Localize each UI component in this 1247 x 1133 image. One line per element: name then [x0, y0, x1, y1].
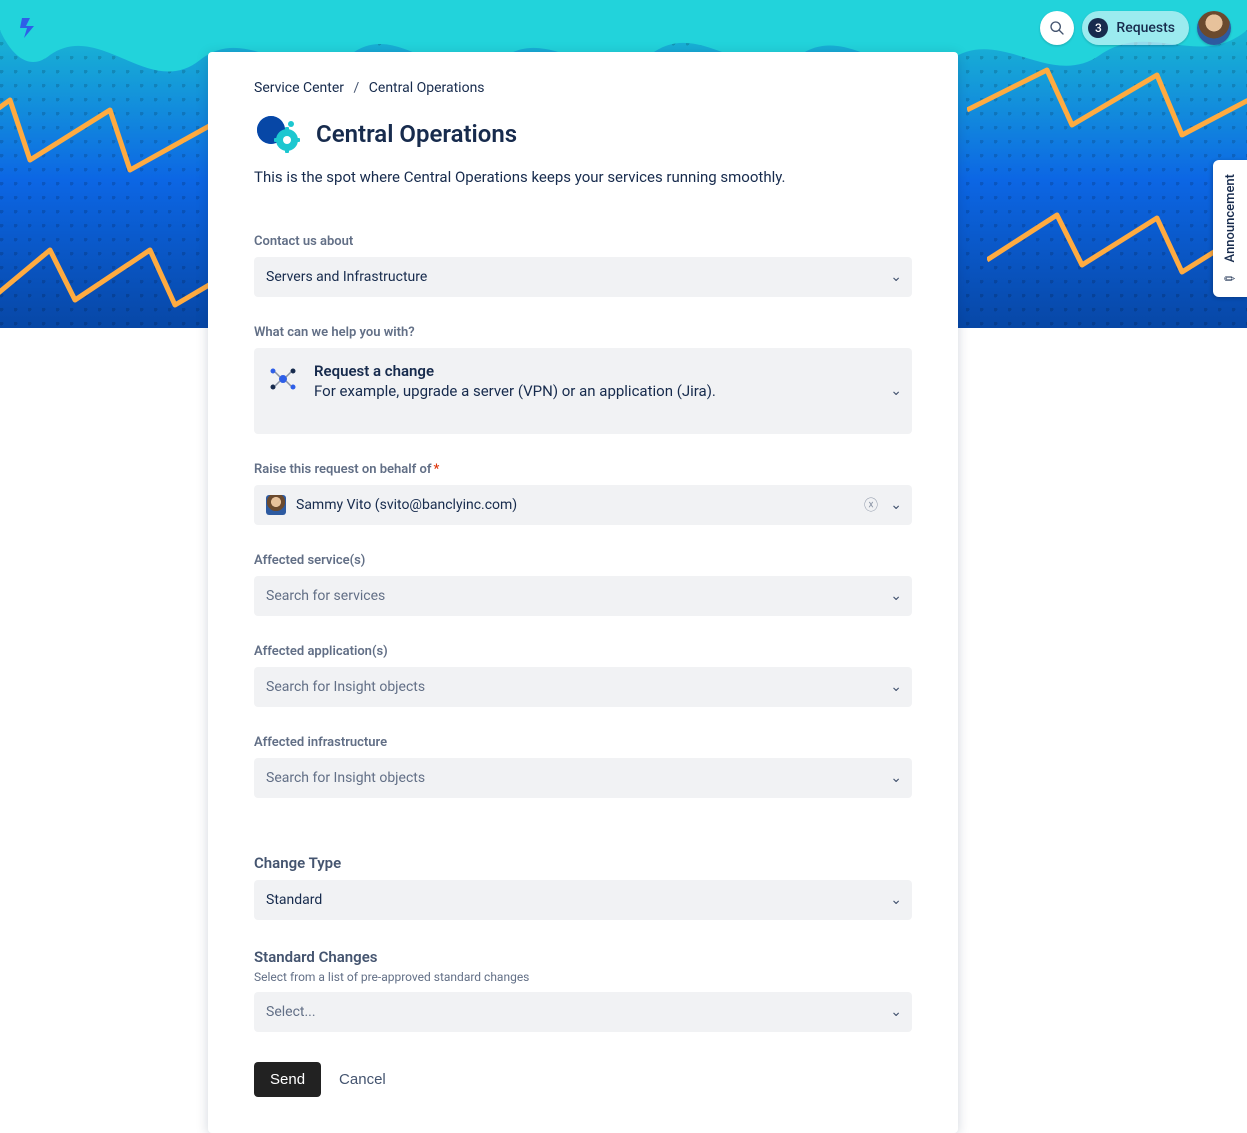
infrastructure-select[interactable]: Search for Insight objects ⌄	[254, 758, 912, 798]
chevron-down-icon: ⌄	[890, 892, 902, 908]
help-title: Request a change	[314, 362, 716, 380]
lightning-bolt-icon	[967, 60, 1247, 200]
cancel-button[interactable]: Cancel	[339, 1071, 386, 1088]
chevron-down-icon: ⌄	[890, 588, 902, 604]
announcement-tab[interactable]: Announcement ✎	[1213, 160, 1247, 297]
contact-select[interactable]: Servers and Infrastructure ⌄	[254, 257, 912, 297]
standard-changes-placeholder: Select...	[266, 1004, 316, 1020]
pin-icon: ✎	[1221, 271, 1239, 289]
requests-count-badge: 3	[1088, 18, 1108, 38]
user-avatar[interactable]	[1197, 11, 1231, 45]
breadcrumb-current[interactable]: Central Operations	[369, 80, 485, 96]
project-icon	[254, 110, 302, 158]
chevron-down-icon: ⌄	[890, 770, 902, 786]
page-description: This is the spot where Central Operation…	[254, 168, 912, 186]
requests-label: Requests	[1116, 20, 1175, 36]
clear-icon[interactable]: ⓧ	[864, 495, 878, 515]
standard-changes-label: Standard Changes	[254, 948, 912, 966]
send-button[interactable]: Send	[254, 1062, 321, 1097]
contact-label: Contact us about	[254, 234, 912, 249]
search-button[interactable]	[1040, 11, 1074, 45]
topbar: 3 Requests	[0, 8, 1247, 48]
standard-changes-sublabel: Select from a list of pre-approved stand…	[254, 970, 912, 984]
behalf-select[interactable]: Sammy Vito (svito@banclyinc.com) ⓧ ⌄	[254, 485, 912, 525]
change-type-value: Standard	[266, 892, 322, 908]
services-select[interactable]: Search for services ⌄	[254, 576, 912, 616]
main-card: Service Center / Central Operations Cent…	[208, 52, 958, 1133]
help-select[interactable]: Request a change For example, upgrade a …	[254, 348, 912, 434]
chevron-down-icon: ⌄	[890, 679, 902, 695]
applications-placeholder: Search for Insight objects	[266, 679, 425, 695]
request-type-icon	[266, 362, 300, 396]
infrastructure-label: Affected infrastructure	[254, 735, 912, 750]
change-type-label: Change Type	[254, 854, 912, 872]
services-placeholder: Search for services	[266, 588, 385, 604]
behalf-value: Sammy Vito (svito@banclyinc.com)	[296, 497, 517, 513]
services-label: Affected service(s)	[254, 553, 912, 568]
lightning-bolt-icon	[987, 200, 1247, 320]
chevron-down-icon: ⌄	[890, 497, 902, 513]
breadcrumb: Service Center / Central Operations	[254, 80, 912, 96]
contact-value: Servers and Infrastructure	[266, 269, 427, 285]
chevron-down-icon: ⌄	[890, 269, 902, 285]
chevron-down-icon: ⌄	[890, 383, 902, 399]
help-label: What can we help you with?	[254, 325, 912, 340]
announcement-label: Announcement	[1223, 174, 1238, 262]
required-star: *	[433, 462, 439, 477]
applications-select[interactable]: Search for Insight objects ⌄	[254, 667, 912, 707]
infrastructure-placeholder: Search for Insight objects	[266, 770, 425, 786]
page-title: Central Operations	[316, 120, 517, 148]
breadcrumb-separator: /	[354, 80, 360, 96]
behalf-label: Raise this request on behalf of*	[254, 462, 912, 477]
change-type-select[interactable]: Standard ⌄	[254, 880, 912, 920]
breadcrumb-root[interactable]: Service Center	[254, 80, 344, 96]
chevron-down-icon: ⌄	[890, 1004, 902, 1020]
search-icon	[1049, 20, 1065, 36]
app-logo-icon[interactable]	[16, 16, 40, 40]
applications-label: Affected application(s)	[254, 644, 912, 659]
help-description: For example, upgrade a server (VPN) or a…	[314, 382, 716, 400]
user-avatar-icon	[266, 495, 286, 515]
standard-changes-select[interactable]: Select... ⌄	[254, 992, 912, 1032]
requests-button[interactable]: 3 Requests	[1082, 11, 1189, 45]
